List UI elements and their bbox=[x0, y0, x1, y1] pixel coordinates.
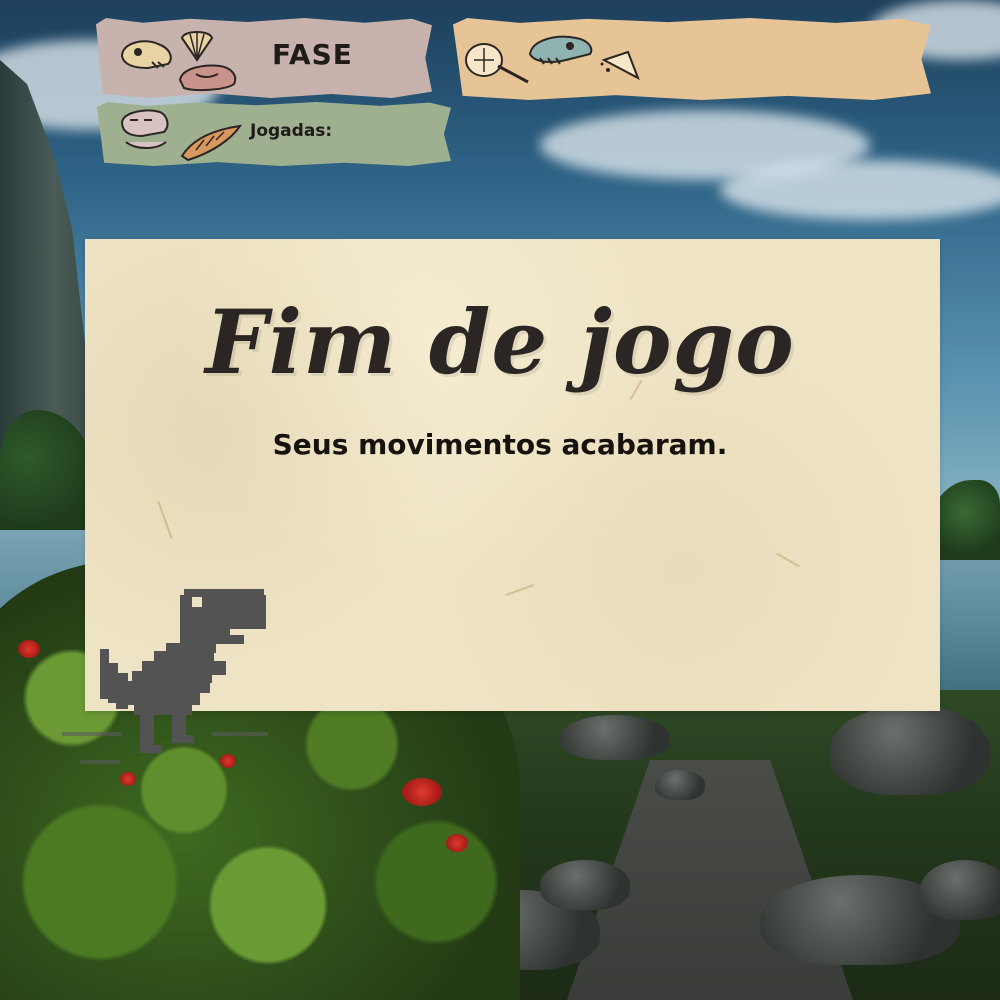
paper-fiber bbox=[157, 500, 173, 540]
motion-line bbox=[80, 760, 120, 764]
shell-fossil-icon bbox=[180, 31, 214, 62]
jogadas-label: Jogadas: bbox=[250, 121, 333, 141]
rock bbox=[920, 860, 1000, 920]
skull-fossil-icon bbox=[120, 40, 172, 70]
motion-line bbox=[62, 732, 122, 736]
tooth-fossil-icon bbox=[600, 50, 640, 81]
rock bbox=[830, 705, 990, 795]
red-flower bbox=[402, 778, 442, 806]
paper-fiber bbox=[505, 583, 535, 597]
red-flower bbox=[120, 772, 136, 786]
motion-line bbox=[212, 732, 268, 736]
skull-fossil-icon bbox=[120, 109, 169, 149]
red-flower bbox=[18, 640, 40, 658]
trilobite-fossil-icon bbox=[180, 124, 243, 162]
game-over-subtitle: Seus movimentos acabaram. bbox=[272, 428, 728, 461]
rock bbox=[655, 770, 705, 800]
rock bbox=[560, 715, 670, 760]
cloud bbox=[720, 160, 1000, 220]
bone-fossil-icon bbox=[178, 64, 237, 92]
trilobite-fossil-icon bbox=[465, 43, 529, 84]
red-flower bbox=[446, 834, 468, 852]
dino-skull-fossil-icon bbox=[528, 35, 593, 65]
paper-fiber bbox=[776, 552, 800, 568]
rock bbox=[540, 860, 630, 910]
fase-label: FASE bbox=[272, 38, 353, 71]
game-over-title: Fim de jogo bbox=[205, 290, 795, 394]
